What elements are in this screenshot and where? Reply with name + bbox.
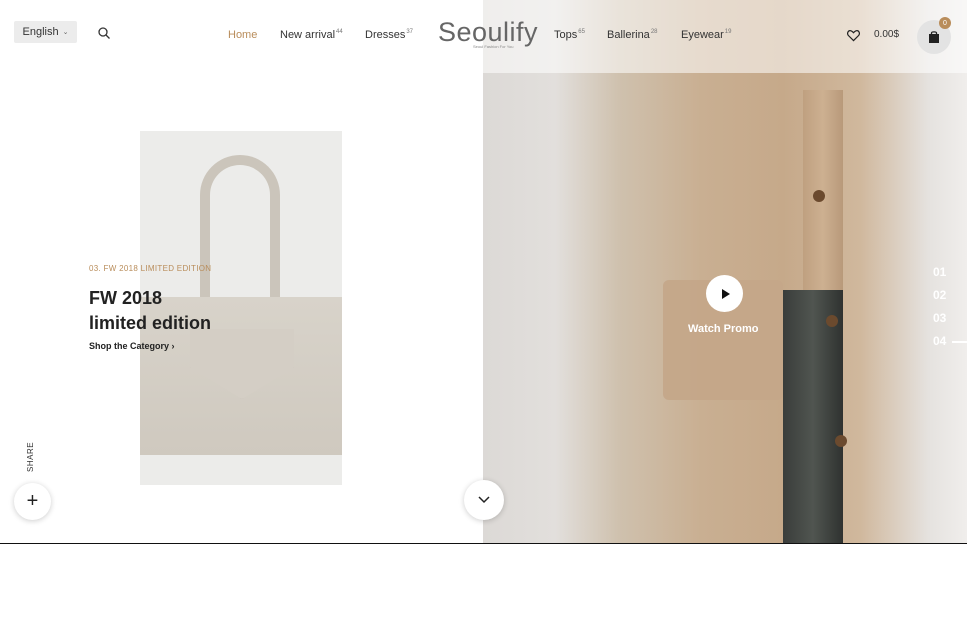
shopping-bag-icon [929,31,939,43]
nav-tops[interactable]: Tops65 [554,29,585,41]
coat-button [835,435,847,447]
watch-promo-label[interactable]: Watch Promo [688,323,759,335]
nav-home-label: Home [228,29,258,41]
nav-tops-label: Tops [554,29,578,41]
nav-dresses-label: Dresses [365,29,406,41]
nav-new-arrival[interactable]: New arrival44 [280,29,343,41]
nav-new-arrival-label: New arrival [280,29,336,41]
nav-count: 37 [406,29,414,36]
chevron-down-icon [478,496,490,504]
nav-eyewear-label: Eyewear [681,29,724,41]
play-button[interactable] [706,275,743,312]
language-select[interactable]: English ⌄ [14,21,77,43]
language-label: English [22,26,59,38]
hero-title-line2: limited edition [89,313,212,333]
logo-tagline: Seoul Fashion For You [473,44,514,49]
hero-photo [483,0,967,543]
heart-icon[interactable] [847,29,860,42]
nav-home[interactable]: Home [228,29,257,41]
coat-button [813,190,825,202]
share-label: SHARE [26,441,35,472]
slide-indicator-1[interactable]: 01 [933,265,946,279]
nav-ballerina-label: Ballerina [607,29,650,41]
search-icon[interactable] [97,26,111,40]
coat-button [826,315,838,327]
hero-title-line1: FW 2018 [89,288,163,308]
shop-category-link[interactable]: Shop the Category › [89,341,175,351]
hero-eyebrow: 03. FW 2018 LIMITED EDITION [89,264,212,273]
cart-total[interactable]: 0.00$ [874,29,899,40]
coat-inner-shape [783,290,843,543]
play-icon [721,288,730,299]
share-toggle-button[interactable]: + [14,483,51,520]
slide-indicator-4[interactable]: 04 [933,334,946,348]
hero-title: FW 2018 limited edition [89,286,211,336]
nav-eyewear[interactable]: Eyewear19 [681,29,731,41]
nav-dresses[interactable]: Dresses37 [365,29,413,41]
plus-icon: + [26,490,39,512]
nav-count: 44 [336,29,343,36]
scroll-down-button[interactable] [464,480,504,520]
nav-count: 28 [650,29,658,36]
slide-indicator-3[interactable]: 03 [933,311,946,325]
nav-count: 65 [578,29,585,36]
shop-category-label: Shop the Category [89,341,170,351]
chevron-right-icon: › [171,341,175,351]
hero-section: 03. FW 2018 LIMITED EDITION FW 2018 limi… [0,0,967,544]
active-slide-line [952,341,967,343]
nav-ballerina[interactable]: Ballerina28 [607,29,658,41]
cart-count-badge: 0 [939,17,951,29]
slide-indicator-2[interactable]: 02 [933,288,946,302]
chevron-down-icon: ⌄ [62,29,69,36]
nav-count: 19 [724,29,732,36]
